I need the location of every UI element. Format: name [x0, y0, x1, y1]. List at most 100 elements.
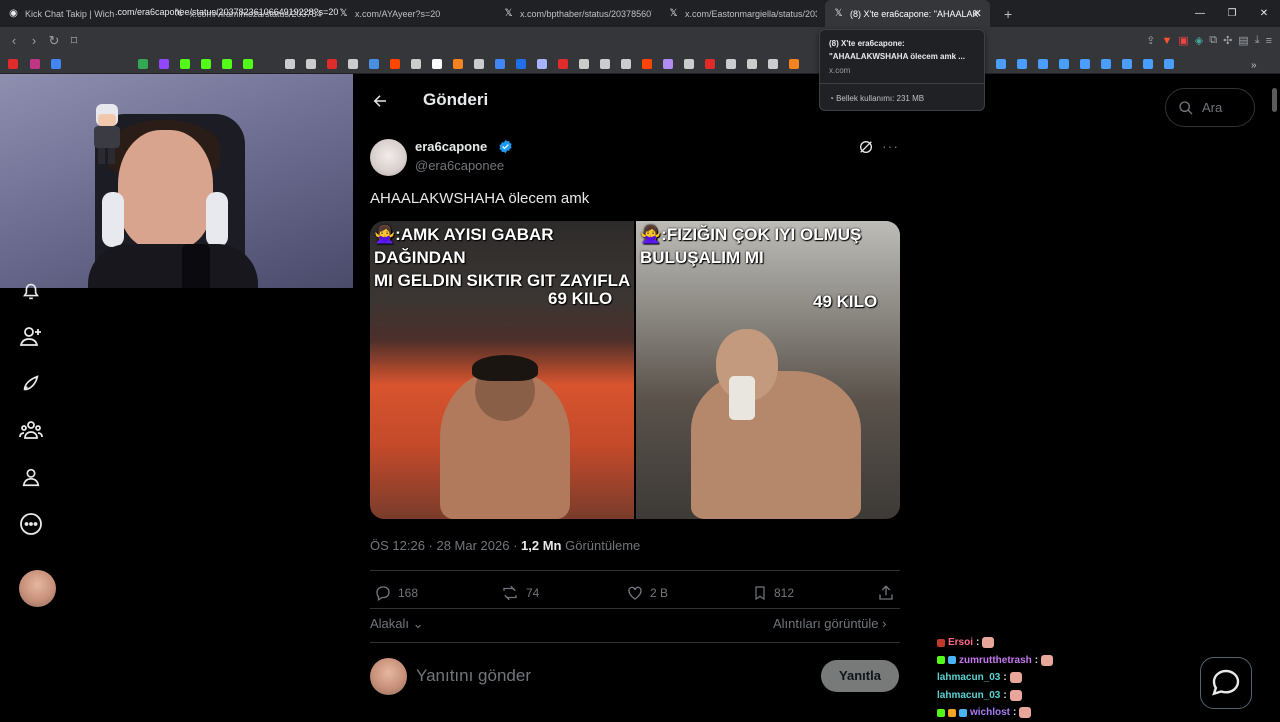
- browser-tab[interactable]: 𝕏 x.com/bpthaber/status/20378560739: [495, 0, 660, 27]
- reply-button[interactable]: 168: [374, 584, 418, 602]
- browser-tab[interactable]: 𝕏 x.com/Eastonmargiella/status/20378: [660, 0, 825, 27]
- window-controls: — ❐ ✕: [1184, 0, 1280, 27]
- url-text[interactable]: .com/era6caponee/status/2037823610664919…: [115, 7, 338, 17]
- retweet-button[interactable]: 74: [500, 584, 539, 602]
- chat-username: zumrutthetrash: [959, 654, 1032, 666]
- chat-badge-icon: [948, 656, 956, 665]
- tweet-meta: ÖS 12:26 · 28 Mar 2026 · 1,2 Mn Görüntül…: [370, 538, 640, 553]
- search-input[interactable]: Ara: [1165, 88, 1255, 127]
- divider: [370, 570, 900, 571]
- close-window-button[interactable]: ✕: [1248, 0, 1280, 27]
- browser-tab-active[interactable]: 𝕏 (8) X'te era6capone: "AHAALAK ✕: [825, 0, 990, 27]
- weight-label-left: 69 KILO: [548, 289, 613, 308]
- weight-label-right: 49 KILO: [813, 292, 878, 311]
- puzzle-icon[interactable]: ✣: [1223, 34, 1232, 47]
- more-options-icon[interactable]: [18, 511, 44, 537]
- x-logo-icon: 𝕏: [504, 8, 513, 19]
- communities-icon[interactable]: [18, 417, 44, 443]
- retweet-icon: [503, 585, 517, 601]
- chat-username: lahmacun_03: [937, 672, 1001, 683]
- chat-message: lahmacun_03 :: [937, 669, 1097, 687]
- chat-message: lahmacun_03 :: [937, 687, 1097, 705]
- account-avatar[interactable]: [19, 570, 56, 607]
- extension-icon[interactable]: ◈: [1195, 34, 1203, 47]
- reply-submit-button[interactable]: Yanıtla: [821, 660, 899, 692]
- back-arrow-icon[interactable]: ‹: [4, 33, 24, 48]
- reply-avatar: [370, 658, 407, 695]
- headphones: [102, 192, 124, 247]
- close-tab-icon[interactable]: ✕: [973, 7, 982, 20]
- stream-chat-overlay: Ersoi : zumrutthetrash : lahmacun_03 : l…: [937, 634, 1097, 722]
- chevron-down-icon: ⌄: [409, 616, 424, 631]
- emote-icon: [1009, 689, 1022, 701]
- divider: [820, 83, 984, 84]
- hover-card-memory: ◔ Bellek kullanımı: 231 MB: [829, 94, 925, 103]
- chat-message: zumrutthetrash :: [937, 652, 1097, 670]
- notifications-icon[interactable]: [18, 278, 44, 304]
- download-icon[interactable]: ⤓: [1255, 34, 1260, 47]
- profile-icon[interactable]: [18, 464, 44, 490]
- chat-message: Ersoi :: [937, 634, 1097, 652]
- browser-tab[interactable]: 𝕏 x.com/AYAyeer?s=20: [330, 0, 495, 27]
- author-avatar[interactable]: [370, 139, 407, 176]
- sort-relevance-dropdown[interactable]: Alakalı ⌄: [370, 616, 424, 632]
- emote-icon: [1041, 654, 1054, 666]
- address-bar-row: ‹ › ↻ ⌑: [0, 27, 1280, 54]
- bookmark-icon[interactable]: ⌑: [64, 33, 84, 49]
- person-hair: [472, 355, 538, 381]
- grok-icon[interactable]: [858, 139, 874, 155]
- tweet-media[interactable]: 🙅‍♀️:AMK AYISI GABAR DAĞINDAN MI GELDIN …: [370, 221, 900, 519]
- messages-button[interactable]: [1200, 657, 1252, 709]
- rocket-icon[interactable]: [18, 370, 44, 396]
- more-icon[interactable]: ···: [882, 138, 899, 154]
- view-count: 1,2 Mn: [521, 538, 562, 553]
- scrollbar[interactable]: [1272, 88, 1277, 112]
- author-display-name[interactable]: era6capone: [415, 139, 487, 154]
- chat-username: Ersoi: [948, 637, 974, 648]
- phone-in-hand: [729, 376, 755, 420]
- chat-badge-icon: [937, 656, 945, 665]
- restore-button[interactable]: ❐: [1216, 0, 1248, 27]
- sidebar-icon[interactable]: ▤: [1238, 34, 1248, 47]
- new-tab-button[interactable]: +: [1004, 6, 1012, 22]
- reply-input[interactable]: Yanıtını gönder: [416, 666, 531, 686]
- author-handle[interactable]: @era6caponee: [415, 158, 504, 173]
- search-icon: [1179, 100, 1193, 114]
- x-logo-icon: 𝕏: [834, 8, 843, 19]
- view-quotes-link[interactable]: Alıntıları görüntüle ›: [773, 616, 886, 631]
- share-icon[interactable]: ⇪: [1146, 34, 1155, 47]
- media-image-left[interactable]: 🙅‍♀️:AMK AYISI GABAR DAĞINDAN MI GELDIN …: [370, 221, 634, 519]
- extension-icon[interactable]: ⧉: [1209, 34, 1217, 47]
- bookmark-button[interactable]: 812: [752, 584, 794, 602]
- extension-icon[interactable]: ▣: [1178, 34, 1188, 47]
- emote-icon: [1019, 707, 1032, 719]
- emote-icon: [982, 637, 995, 649]
- tweet-actions: 168 74 2 B 812: [370, 584, 900, 604]
- tweet-timestamp[interactable]: ÖS 12:26 · 28 Mar 2026 ·: [370, 538, 521, 553]
- follow-icon[interactable]: [18, 323, 44, 349]
- minimize-button[interactable]: —: [1184, 0, 1216, 27]
- tweet-text: AHAALAKWSHAHA ölecem amk: [370, 190, 590, 207]
- person-figure: [691, 371, 861, 519]
- x-logo-icon: 𝕏: [339, 8, 348, 19]
- media-image-right[interactable]: 🙅‍♀️:FIZIĞIN ÇOK IYI OLMUŞ BULUŞALIM MI …: [636, 221, 900, 519]
- extensions-toolbar: ⇪ ▼ ▣ ◈ ⧉ ✣ ▤ ⤓ ≡: [1146, 27, 1280, 54]
- bookmark-icon: [755, 586, 765, 601]
- brave-shield-icon[interactable]: ▼: [1161, 35, 1172, 47]
- share-icon: [879, 585, 893, 600]
- share-button[interactable]: [877, 584, 895, 602]
- back-arrow-icon[interactable]: [371, 92, 389, 110]
- like-button[interactable]: 2 B: [626, 584, 668, 602]
- emote-icon: [1009, 672, 1022, 684]
- reload-icon[interactable]: ↻: [44, 33, 64, 49]
- streamer-body: [88, 244, 258, 288]
- page-title: Gönderi: [423, 90, 489, 109]
- forward-arrow-icon[interactable]: ›: [24, 33, 44, 48]
- bookmarks-bar: »: [0, 54, 1280, 74]
- chat-bubble-icon: [1212, 669, 1240, 696]
- menu-icon[interactable]: ≡: [1266, 35, 1272, 47]
- bookmark-favicons[interactable]: »: [0, 54, 1280, 74]
- streamer-face: [118, 130, 213, 250]
- chat-badge-icon: [937, 708, 945, 717]
- chat-badge-icon: [959, 708, 967, 717]
